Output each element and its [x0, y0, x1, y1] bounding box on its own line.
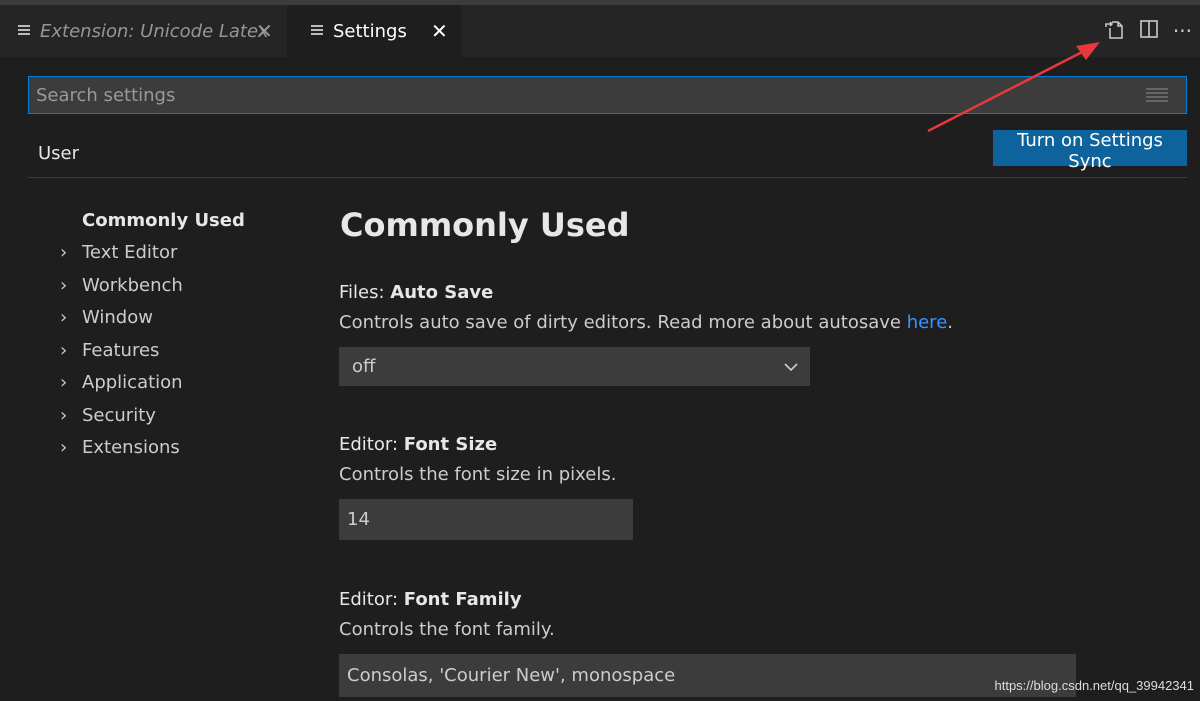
setting-category: Editor:	[339, 589, 404, 610]
font-size-input[interactable]: 14	[339, 499, 633, 540]
close-icon[interactable]: ✕	[431, 19, 448, 43]
clear-filter-icon[interactable]	[1146, 88, 1168, 102]
autosave-link[interactable]: here	[907, 312, 948, 333]
split-editor-icon[interactable]	[1139, 19, 1159, 44]
toc-label: Security	[82, 404, 156, 426]
toc-item[interactable]: › Workbench	[60, 269, 245, 302]
tab-settings[interactable]: Settings ✕	[287, 5, 461, 57]
toc-label: Features	[82, 339, 160, 361]
settings-toc: Commonly Used › Text Editor › Workbench › W…	[60, 204, 245, 464]
toc-item[interactable]: › Window	[60, 302, 245, 335]
auto-save-select[interactable]: off	[339, 347, 810, 386]
setting-label: Files: Auto Save	[339, 282, 493, 303]
file-lines-icon	[311, 25, 323, 37]
chevron-right-icon: ›	[60, 404, 68, 426]
more-actions-icon[interactable]: ···	[1173, 19, 1192, 43]
toc-label: Extensions	[82, 437, 180, 459]
search-placeholder: Search settings	[36, 84, 176, 106]
setting-label: Editor: Font Family	[339, 589, 522, 610]
toc-item[interactable]: › Application	[60, 367, 245, 400]
chevron-right-icon: ›	[60, 242, 68, 264]
chevron-right-icon: ›	[60, 274, 68, 296]
setting-description: Controls the font family.	[339, 619, 555, 640]
tab-user[interactable]: User	[28, 140, 89, 178]
setting-name: Auto Save	[390, 282, 494, 303]
toc-item[interactable]: › Security	[60, 399, 245, 432]
description-text: Controls auto save of dirty editors. Rea…	[339, 312, 907, 333]
chevron-right-icon: ›	[60, 339, 68, 361]
chevron-down-icon	[784, 362, 798, 371]
editor-actions: ···	[1103, 5, 1200, 57]
watermark: https://blog.csdn.net/qq_39942341	[994, 678, 1195, 693]
turn-on-settings-sync-button[interactable]: Turn on Settings Sync	[993, 130, 1187, 172]
setting-description: Controls auto save of dirty editors. Rea…	[339, 312, 953, 333]
tab-bar: Extension: Unicode Latex ✕ Settings ✕	[0, 5, 1200, 57]
font-family-input[interactable]: Consolas, 'Courier New', monospace	[339, 654, 1076, 697]
select-value: off	[352, 356, 376, 377]
setting-category: Files:	[339, 282, 391, 303]
setting-description: Controls the font size in pixels.	[339, 464, 617, 485]
toc-item[interactable]: › Extensions	[60, 432, 245, 465]
tab-label: Extension: Unicode Latex	[40, 20, 269, 42]
close-icon[interactable]: ✕	[256, 19, 273, 43]
setting-category: Editor:	[339, 434, 404, 455]
file-lines-icon	[18, 25, 30, 37]
toc-item[interactable]: › Text Editor	[60, 237, 245, 270]
toc-item[interactable]: › Features	[60, 334, 245, 367]
setting-label: Editor: Font Size	[339, 434, 497, 455]
setting-name: Font Family	[403, 589, 522, 610]
chevron-right-icon: ›	[60, 372, 68, 394]
divider	[28, 177, 1187, 178]
chevron-right-icon: ›	[60, 307, 68, 329]
toc-label: Window	[82, 307, 153, 329]
tab-extension-unicode-latex[interactable]: Extension: Unicode Latex ✕	[0, 5, 287, 57]
description-suffix: .	[947, 312, 953, 333]
toc-label: Text Editor	[82, 242, 178, 264]
search-input[interactable]: Search settings	[28, 76, 1187, 114]
toc-label: Workbench	[82, 274, 183, 296]
chevron-right-icon: ›	[60, 437, 68, 459]
tab-label: Settings	[333, 20, 407, 42]
section-title: Commonly Used	[340, 206, 630, 244]
open-settings-json-icon[interactable]	[1103, 18, 1125, 45]
toc-label: Application	[82, 372, 183, 394]
toc-item-commonly-used[interactable]: Commonly Used	[60, 204, 245, 237]
setting-name: Font Size	[403, 434, 498, 455]
